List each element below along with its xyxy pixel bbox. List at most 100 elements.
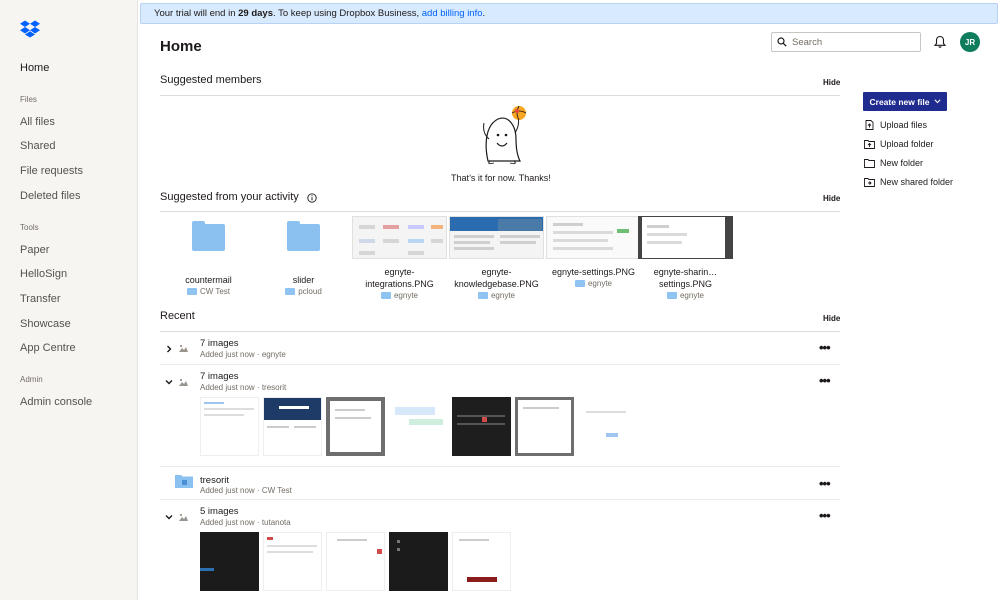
divider <box>160 466 840 467</box>
folder-icon <box>477 292 488 299</box>
image-stack-icon <box>179 378 188 386</box>
image-stack-icon <box>179 344 188 352</box>
folder-icon <box>186 288 197 295</box>
image-thumbnail[interactable] <box>452 532 511 591</box>
avatar[interactable]: JR <box>960 32 980 52</box>
suggested-item-slider[interactable]: slider pcloud <box>255 216 352 296</box>
folder-icon <box>864 159 875 168</box>
more-options-button[interactable]: ••• <box>819 509 831 522</box>
sidebar: Home Files All files Shared File request… <box>0 0 138 600</box>
image-thumbnail <box>638 216 733 259</box>
create-new-file-button[interactable]: Create new file <box>863 92 947 111</box>
upload-folder-icon <box>864 140 875 149</box>
more-options-button[interactable]: ••• <box>819 477 831 490</box>
upload-files-button[interactable]: Upload files <box>864 120 927 130</box>
info-icon[interactable] <box>307 193 317 203</box>
image-thumbnail[interactable] <box>389 397 448 456</box>
upload-folder-button[interactable]: Upload folder <box>864 139 934 149</box>
image-thumbnail[interactable] <box>200 532 259 591</box>
banner-text-middle: . To keep using Dropbox Business, <box>273 8 420 19</box>
sidebar-item-file-requests[interactable]: File requests <box>20 165 83 177</box>
sidebar-item-app-centre[interactable]: App Centre <box>20 342 76 354</box>
suggested-item-egnyte-sharing-settings[interactable]: egnyte-sharin… settings.PNG egnyte <box>637 216 734 300</box>
image-thumbnail <box>449 216 544 259</box>
shared-folder-icon <box>864 178 875 187</box>
shared-folder-icon <box>175 475 193 488</box>
recent-row-subtitle: Added just now · CW Test <box>200 486 292 495</box>
hide-recent-button[interactable]: Hide <box>823 314 840 323</box>
folder-icon <box>380 292 391 299</box>
sidebar-item-showcase[interactable]: Showcase <box>20 318 71 330</box>
suggested-item-location: egnyte <box>490 291 516 300</box>
new-folder-button[interactable]: New folder <box>864 158 923 168</box>
suggested-item-name: egnyte-integrations.PNG <box>365 267 434 289</box>
recent-row-title[interactable]: 7 images <box>200 338 239 349</box>
dropbox-logo-icon[interactable] <box>20 20 40 38</box>
sidebar-item-all-files[interactable]: All files <box>20 116 55 128</box>
folder-icon <box>574 280 585 287</box>
chevron-right-icon[interactable] <box>165 345 173 353</box>
image-thumbnail[interactable] <box>326 532 385 591</box>
more-options-button[interactable]: ••• <box>819 374 831 387</box>
add-billing-link[interactable]: add billing info <box>422 8 483 19</box>
image-thumbnail[interactable] <box>200 397 259 456</box>
image-thumbnail[interactable] <box>515 397 574 456</box>
suggested-item-egnyte-knowledgebase[interactable]: egnyte-knowledgebase.PNG egnyte <box>448 216 545 300</box>
image-thumbnail[interactable] <box>263 532 322 591</box>
suggested-item-egnyte-integrations[interactable]: egnyte-integrations.PNG egnyte <box>351 216 448 300</box>
chevron-down-icon[interactable] <box>165 513 173 521</box>
image-thumbnail[interactable] <box>578 397 637 456</box>
folder-icon <box>192 221 225 251</box>
recent-row-title[interactable]: tresorit <box>200 475 229 486</box>
divider <box>160 331 840 332</box>
recent-row-title[interactable]: 7 images <box>200 371 239 382</box>
sidebar-item-transfer[interactable]: Transfer <box>20 293 61 305</box>
divider <box>160 211 840 212</box>
search-box[interactable] <box>771 32 921 52</box>
recent-row-title[interactable]: 5 images <box>200 506 239 517</box>
sidebar-item-home[interactable]: Home <box>20 62 49 74</box>
sidebar-item-deleted-files[interactable]: Deleted files <box>20 190 81 202</box>
banner-text-prefix: Your trial will end in <box>154 8 236 19</box>
image-thumbnail[interactable] <box>263 397 322 456</box>
image-thumbnail[interactable] <box>452 397 511 456</box>
sidebar-section-tools: Tools <box>20 223 39 232</box>
sidebar-item-hellosign[interactable]: HelloSign <box>20 268 67 280</box>
divider <box>160 499 840 500</box>
image-thumbnail[interactable] <box>389 532 448 591</box>
folder-icon <box>287 221 320 251</box>
recent-row-subtitle: Added just now · tresorit <box>200 383 287 392</box>
suggested-item-egnyte-settings[interactable]: egnyte-settings.PNG egnyte <box>545 216 642 288</box>
suggested-item-name: countermail <box>185 275 232 285</box>
sidebar-item-shared[interactable]: Shared <box>20 140 55 152</box>
sidebar-item-admin-console[interactable]: Admin console <box>20 396 92 408</box>
thumbnail-strip <box>200 397 637 456</box>
search-icon <box>777 37 787 47</box>
more-options-button[interactable]: ••• <box>819 341 831 354</box>
suggested-activity-title: Suggested from your activity <box>160 191 299 203</box>
search-input[interactable] <box>792 36 912 48</box>
suggested-item-countermail[interactable]: countermail CW Test <box>160 216 257 296</box>
hide-suggested-activity-button[interactable]: Hide <box>823 194 840 203</box>
trial-banner: Your trial will end in 29 days. To keep … <box>140 3 998 24</box>
new-shared-folder-button[interactable]: New shared folder <box>864 177 953 187</box>
sidebar-item-paper[interactable]: Paper <box>20 244 49 256</box>
hide-suggested-members-button[interactable]: Hide <box>823 78 840 87</box>
suggested-item-name: slider <box>292 275 315 285</box>
sidebar-section-admin: Admin <box>20 375 43 384</box>
image-stack-icon <box>179 513 188 521</box>
suggested-members-title: Suggested members <box>160 74 262 86</box>
image-thumbnail[interactable] <box>326 397 385 456</box>
empty-state-text: That’s it for now. Thanks! <box>451 173 551 183</box>
thumbnail-strip <box>200 532 511 591</box>
suggested-item-location: CW Test <box>199 287 231 296</box>
bell-icon[interactable] <box>933 35 947 49</box>
chevron-down-icon[interactable] <box>165 378 173 386</box>
image-thumbnail <box>546 216 641 259</box>
folder-icon <box>285 288 296 295</box>
create-new-file-label: Create new file <box>869 96 930 107</box>
divider <box>160 364 840 365</box>
folder-icon <box>666 292 677 299</box>
upload-file-icon <box>865 120 874 130</box>
suggested-item-location: egnyte <box>679 291 705 300</box>
